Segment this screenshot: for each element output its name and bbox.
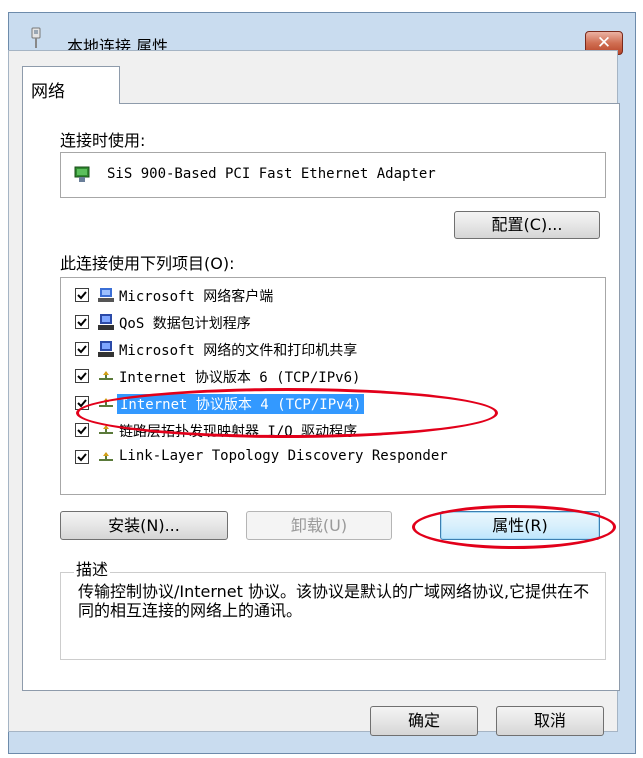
checkbox[interactable] — [75, 369, 89, 383]
connect-using-label: 连接时使用: — [60, 131, 146, 150]
adapter-name: SiS 900-Based PCI Fast Ethernet Adapter — [107, 166, 436, 182]
list-item-label: Link-Layer Topology Discovery Responder — [119, 448, 448, 464]
list-item-ipv6[interactable]: Internet 协议版本 6 (TCP/IPv6) — [75, 365, 595, 387]
protocol-icon — [97, 448, 115, 466]
list-item-label: 链路层拓扑发现映射器 I/O 驱动程序 — [119, 424, 358, 440]
list-item-label: Microsoft 网络客户端 — [119, 289, 274, 305]
list-item-lltd-mapper[interactable]: 链路层拓扑发现映射器 I/O 驱动程序 — [75, 419, 595, 441]
qos-icon — [97, 313, 115, 331]
configure-button[interactable]: 配置(C)... — [454, 211, 600, 239]
list-item-label: Internet 协议版本 4 (TCP/IPv4) — [117, 394, 365, 414]
checkbox[interactable] — [75, 288, 89, 302]
file-share-icon — [97, 340, 115, 358]
ok-button[interactable]: 确定 — [370, 706, 478, 736]
uninstall-button[interactable]: 卸载(U) — [246, 511, 392, 540]
checkbox[interactable] — [75, 396, 89, 410]
items-section-label: 此连接使用下列项目(O): — [60, 254, 235, 273]
properties-button[interactable]: 属性(R) — [440, 511, 600, 540]
list-item-label: Microsoft 网络的文件和打印机共享 — [119, 343, 358, 359]
adapter-box: SiS 900-Based PCI Fast Ethernet Adapter — [60, 152, 606, 198]
install-button[interactable]: 安装(N)... — [60, 511, 228, 540]
checkbox[interactable] — [75, 423, 89, 437]
cancel-button[interactable]: 取消 — [496, 706, 604, 736]
list-item-label: Internet 协议版本 6 (TCP/IPv6) — [119, 370, 361, 386]
description-title: 描述 — [74, 556, 111, 580]
protocol-icon — [97, 421, 115, 439]
list-item-lltd-responder[interactable]: Link-Layer Topology Discovery Responder — [75, 446, 595, 468]
list-item-ms-client[interactable]: Microsoft 网络客户端 — [75, 284, 595, 306]
network-client-icon — [97, 286, 115, 304]
components-list[interactable]: Microsoft 网络客户端 QoS 数据包计划程序 Microsoft 网络… — [60, 277, 606, 495]
list-item-ipv4[interactable]: Internet 协议版本 4 (TCP/IPv4) — [75, 392, 595, 414]
protocol-icon — [97, 367, 115, 385]
checkbox[interactable] — [75, 315, 89, 329]
checkbox[interactable] — [75, 450, 89, 464]
list-item-qos[interactable]: QoS 数据包计划程序 — [75, 311, 595, 333]
checkbox[interactable] — [75, 342, 89, 356]
network-adapter-icon — [73, 164, 93, 184]
description-text: 传输控制协议/Internet 协议。该协议是默认的广域网络协议,它提供在不同的… — [78, 582, 590, 620]
list-item-file-share[interactable]: Microsoft 网络的文件和打印机共享 — [75, 338, 595, 360]
protocol-icon — [97, 394, 115, 412]
list-item-label: QoS 数据包计划程序 — [119, 316, 251, 332]
